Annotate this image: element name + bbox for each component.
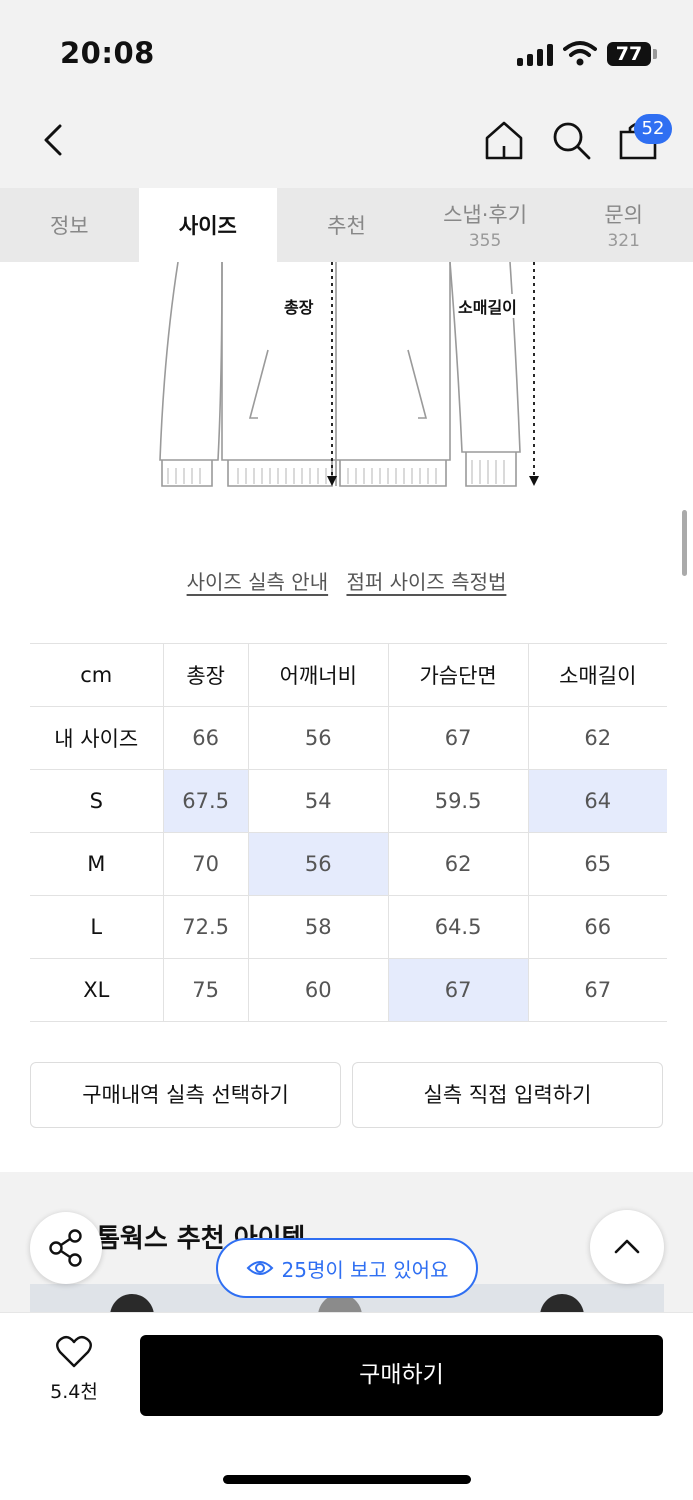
table-row[interactable]: M 70 56 62 65	[30, 832, 667, 896]
chevron-up-icon	[614, 1239, 640, 1254]
column-header: 가슴단면	[387, 643, 529, 707]
tab-label: 사이즈	[178, 214, 237, 238]
row-label: XL	[30, 958, 164, 1022]
table-row[interactable]: L 72.5 58 64.5 66	[30, 895, 667, 959]
tab-info[interactable]: 정보	[0, 188, 139, 262]
tab-inquiry[interactable]: 문의 321	[554, 188, 693, 262]
share-button[interactable]	[30, 1212, 102, 1284]
purchase-history-measure-button[interactable]: 구매내역 실측 선택하기	[30, 1062, 341, 1128]
column-header: 어깨너비	[247, 643, 389, 707]
viewers-text: 25명이 보고 있어요	[281, 1257, 449, 1282]
scroll-top-button[interactable]	[590, 1210, 664, 1284]
diagram-label-length: 총장	[284, 294, 314, 318]
table-cell: 56	[247, 832, 389, 896]
table-cell: 75	[162, 958, 249, 1022]
tab-size[interactable]: 사이즈	[138, 188, 278, 262]
like-button[interactable]: 5.4천	[40, 1335, 108, 1404]
table-cell: 67	[387, 958, 529, 1022]
table-cell: 59.5	[387, 769, 529, 833]
table-cell: 60	[247, 958, 389, 1022]
table-cell: 72.5	[162, 895, 249, 959]
column-header: 소매길이	[527, 643, 667, 707]
tab-label: 스냅·후기	[443, 203, 528, 227]
table-cell: 62	[527, 706, 667, 770]
status-time: 20:08	[60, 36, 155, 70]
manual-measure-input-button[interactable]: 실측 직접 입력하기	[352, 1062, 663, 1128]
table-cell: 58	[247, 895, 389, 959]
table-row[interactable]: XL 75 60 67 67	[30, 958, 667, 1022]
row-label: 내 사이즈	[30, 706, 164, 770]
column-header: cm	[30, 643, 164, 707]
back-arrow-icon[interactable]	[36, 120, 76, 160]
size-guide-link[interactable]: 사이즈 실측 안내	[187, 570, 329, 594]
size-table: cm 총장 어깨너비 가슴단면 소매길이 내 사이즈 66 56 67 62 S…	[30, 643, 667, 1022]
size-diagram: 총장 소매길이	[150, 261, 550, 494]
column-header: 총장	[162, 643, 249, 707]
table-cell: 70	[162, 832, 249, 896]
measure-method-link[interactable]: 점퍼 사이즈 측정법	[346, 570, 506, 594]
eye-icon	[246, 1261, 273, 1275]
buy-button[interactable]: 구매하기	[140, 1335, 663, 1416]
table-cell: 66	[527, 895, 667, 959]
top-bar: 20:08 77 52	[0, 0, 693, 188]
diagram-label-sleeve: 소매길이	[458, 294, 517, 318]
tab-snap-review[interactable]: 스냅·후기 355	[416, 188, 555, 262]
cart-count-badge: 52	[634, 114, 672, 144]
signal-icon	[517, 44, 555, 66]
table-cell: 64	[527, 769, 667, 833]
share-icon	[49, 1229, 82, 1267]
tab-count: 321	[607, 231, 640, 251]
table-cell: 64.5	[387, 895, 529, 959]
like-count: 5.4천	[50, 1381, 98, 1403]
table-header-row: cm 총장 어깨너비 가슴단면 소매길이	[30, 643, 667, 707]
home-indicator	[223, 1475, 471, 1484]
home-icon[interactable]	[482, 118, 526, 162]
viewers-badge: 25명이 보고 있어요	[216, 1238, 478, 1298]
tab-label: 문의	[604, 203, 643, 227]
table-cell: 54	[247, 769, 389, 833]
table-cell: 67	[527, 958, 667, 1022]
table-cell: 66	[162, 706, 249, 770]
table-cell: 62	[387, 832, 529, 896]
row-label: M	[30, 832, 164, 896]
product-tabs: 정보 사이즈 추천 스냅·후기 355 문의 321	[0, 188, 693, 262]
tab-count: 355	[468, 231, 502, 251]
row-label: L	[30, 895, 164, 959]
tab-label: 정보	[49, 214, 89, 238]
bottom-purchase-bar: 5.4천 구매하기	[0, 1312, 693, 1500]
wifi-icon	[563, 41, 597, 66]
tab-recommend[interactable]: 추천	[277, 188, 416, 262]
battery-indicator: 77	[607, 42, 651, 66]
tab-label: 추천	[327, 214, 366, 238]
row-label: S	[30, 769, 164, 833]
search-icon[interactable]	[549, 118, 593, 162]
battery-cap	[653, 49, 657, 59]
table-cell: 56	[247, 706, 389, 770]
table-cell: 67	[387, 706, 529, 770]
table-row[interactable]: 내 사이즈 66 56 67 62	[30, 706, 667, 770]
table-row[interactable]: S 67.5 54 59.5 64	[30, 769, 667, 833]
table-cell: 67.5	[162, 769, 249, 833]
size-guide-links: 사이즈 실측 안내 점퍼 사이즈 측정법	[0, 566, 693, 595]
table-cell: 65	[527, 832, 667, 896]
heart-icon	[56, 1335, 92, 1368]
